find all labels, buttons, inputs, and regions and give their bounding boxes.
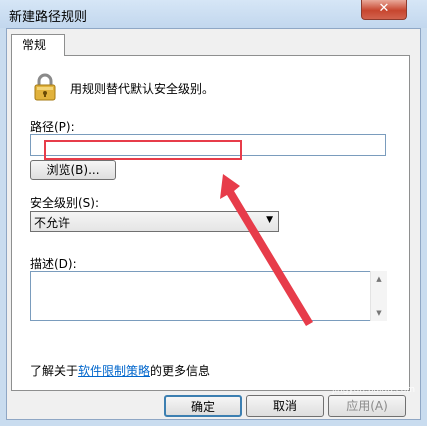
svg-text:Bai: Bai [312, 360, 344, 381]
lock-icon [34, 73, 56, 101]
window-title: 新建路径规则 [9, 10, 88, 25]
chevron-down-icon: ▼ [266, 215, 273, 225]
ok-button[interactable]: 确定 [164, 395, 242, 417]
description-textarea[interactable] [30, 271, 386, 321]
description-label: 描述(D): [30, 257, 77, 271]
security-level-label: 安全级别(S): [30, 196, 100, 210]
security-level-select[interactable]: 不允许 ▼ [30, 211, 279, 232]
close-button[interactable]: ✕ [361, 0, 407, 20]
ok-button-label: 确定 [190, 400, 215, 414]
info-text: 了解关于软件限制策略的更多信息 [30, 362, 210, 379]
software-restriction-policy-link[interactable]: 软件限制策略 [78, 364, 150, 378]
baidu-watermark-logo: Bai 经验 jingyan.baidu.com [312, 360, 415, 395]
path-label: 路径(P): [30, 120, 75, 134]
info-prefix: 了解关于 [30, 364, 79, 378]
svg-text:jingyan.baidu.com: jingyan.baidu.com [331, 385, 415, 395]
title-bar: 新建路径规则 ✕ [0, 0, 427, 28]
annotation-highlight-box [44, 140, 242, 160]
tab-general[interactable]: 常规 [11, 34, 65, 56]
scroll-down-icon[interactable]: ▼ [371, 309, 387, 317]
description-scrollbar[interactable]: ▲ ▼ [370, 271, 387, 321]
info-suffix: 的更多信息 [150, 364, 211, 378]
cancel-button-label: 取消 [272, 399, 297, 413]
tab-general-label: 常规 [22, 38, 47, 52]
close-icon: ✕ [378, 1, 390, 16]
apply-button-label: 应用(A) [346, 399, 388, 413]
rule-description: 用规则替代默认安全级别。 [70, 82, 215, 96]
browse-button-label: 浏览(B)... [46, 163, 100, 177]
security-level-value: 不允许 [34, 216, 71, 230]
scroll-up-icon[interactable]: ▲ [371, 275, 387, 283]
browse-button[interactable]: 浏览(B)... [30, 160, 116, 180]
svg-text:经验: 经验 [354, 361, 386, 380]
